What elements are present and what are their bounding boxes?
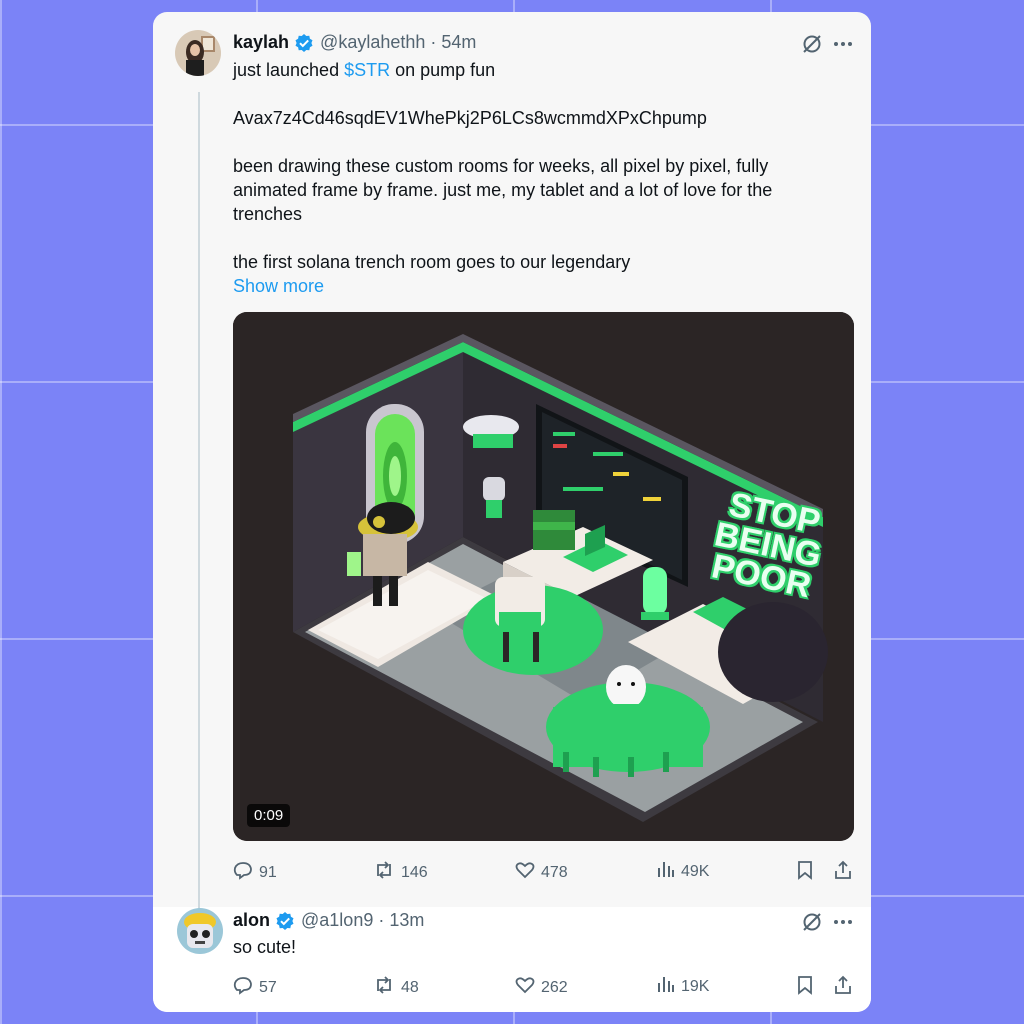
repost-button[interactable]: 146 <box>373 860 428 885</box>
more-options-icon[interactable] <box>831 32 855 56</box>
heart-icon <box>515 860 535 885</box>
post-paragraph: been drawing these custom rooms for week… <box>233 156 773 224</box>
author-name[interactable]: kaylah <box>233 32 289 53</box>
video-player[interactable]: STOP BEING POOR 0:09 <box>233 312 854 841</box>
separator: · <box>430 32 437 52</box>
share-icon <box>833 860 853 885</box>
text-segment: on pump fun <box>390 60 496 80</box>
reply-icon <box>233 860 253 885</box>
reply-actions: 57 48 262 19K <box>233 975 855 997</box>
reply-text: so cute! <box>233 937 297 957</box>
reply-author-handle[interactable]: @a1lon9 <box>301 910 373 931</box>
separator: · <box>378 910 385 930</box>
thread-connector <box>198 92 200 918</box>
show-more-link[interactable]: Show more <box>233 274 324 298</box>
reply-header: alon @a1lon9 · 13m <box>233 910 424 931</box>
thread-card: kaylah @kaylahethh · 54m just launched $… <box>153 12 871 1012</box>
repost-count: 146 <box>401 863 428 881</box>
share-button[interactable] <box>833 860 853 885</box>
video-duration: 0:09 <box>247 804 291 827</box>
views-chart-icon <box>657 975 675 998</box>
post-time[interactable]: 54m <box>441 32 476 53</box>
grok-icon[interactable] <box>800 910 824 934</box>
share-icon <box>833 975 853 1000</box>
like-button[interactable]: 478 <box>515 860 568 885</box>
heart-icon <box>515 975 535 1000</box>
repost-count: 48 <box>401 978 419 996</box>
grid-line <box>0 0 2 1024</box>
reply-author-name[interactable]: alon <box>233 910 270 931</box>
view-count: 49K <box>681 862 710 880</box>
like-count: 262 <box>541 978 568 996</box>
bookmark-button[interactable] <box>796 860 814 885</box>
views-button[interactable]: 49K <box>657 860 709 883</box>
bookmark-button[interactable] <box>796 975 814 1000</box>
more-options-icon[interactable] <box>831 910 855 934</box>
text-segment: just launched <box>233 60 345 80</box>
contract-address: Avax7z4Cd46sqdEV1WhePkj2P6LCs8wcmmdXPxCh… <box>233 108 707 128</box>
reply-button[interactable]: 91 <box>233 860 277 885</box>
view-count: 19K <box>681 977 710 995</box>
verified-badge-icon <box>294 33 314 53</box>
reply-count: 91 <box>259 863 277 881</box>
share-button[interactable] <box>833 975 853 1000</box>
grok-icon[interactable] <box>800 32 824 56</box>
reply-count: 57 <box>259 978 277 996</box>
like-button[interactable]: 262 <box>515 975 568 1000</box>
views-chart-icon <box>657 860 675 883</box>
views-button[interactable]: 19K <box>657 975 709 998</box>
repost-icon <box>373 975 395 1000</box>
bookmark-icon <box>796 860 814 885</box>
post-actions: 91 146 478 49K <box>233 860 855 882</box>
reply-icon <box>233 975 253 1000</box>
repost-button[interactable]: 48 <box>373 975 419 1000</box>
post-header: kaylah @kaylahethh · 54m <box>233 32 476 53</box>
reply-button[interactable]: 57 <box>233 975 277 1000</box>
bookmark-icon <box>796 975 814 1000</box>
verified-badge-icon <box>275 911 295 931</box>
avatar[interactable] <box>175 30 221 76</box>
author-handle[interactable]: @kaylahethh <box>320 32 425 53</box>
cashtag-link[interactable]: $STR <box>344 60 390 80</box>
post-line-1: just launched $STR on pump fun <box>233 58 495 82</box>
reply-avatar[interactable] <box>177 908 223 954</box>
repost-icon <box>373 860 395 885</box>
stop-being-poor-sign: STOP BEING POOR <box>704 486 832 606</box>
like-count: 478 <box>541 863 568 881</box>
reply-time[interactable]: 13m <box>389 910 424 931</box>
post-last-line: the first solana trench room goes to our… <box>233 252 631 272</box>
